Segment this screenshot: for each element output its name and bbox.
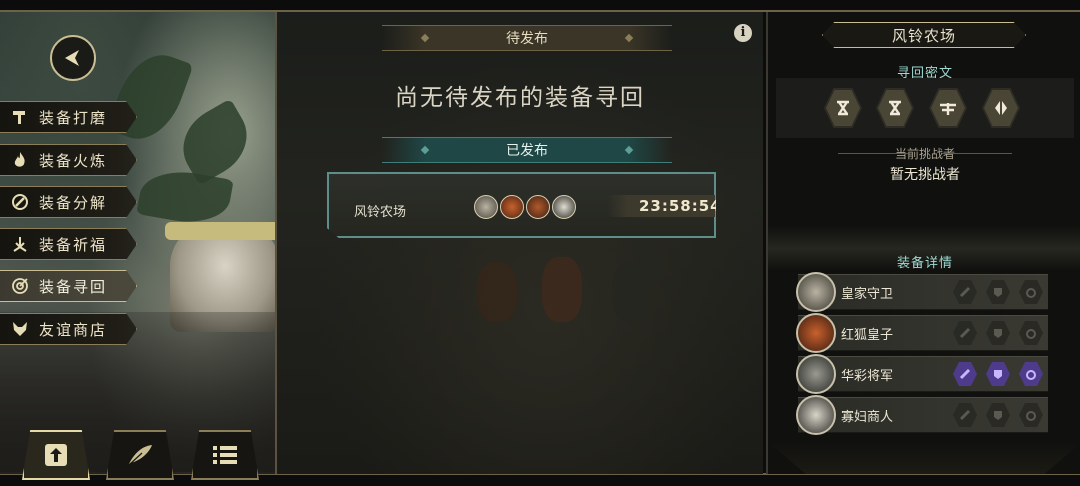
menu-item-label: 友谊商店	[39, 320, 108, 339]
feather-button[interactable]	[106, 430, 174, 480]
hero-row[interactable]: 华彩将军	[796, 354, 1048, 394]
weapon-slot-icon[interactable]	[953, 403, 977, 427]
menu-item-bless[interactable]: 装备祈福	[0, 228, 137, 260]
current-challenger-label: 当前挑战者	[768, 145, 1080, 162]
flame-icon	[10, 150, 30, 170]
empty-pending-message: 尚无待发布的装备寻回	[395, 85, 645, 111]
current-challenger-value: 暂无挑战者	[890, 167, 960, 183]
feather-icon	[128, 445, 152, 466]
weapon-slot-icon[interactable]	[953, 321, 977, 345]
weapon-slot-icon[interactable]	[953, 362, 977, 386]
ornament-diamond	[420, 145, 430, 155]
target-icon	[10, 276, 30, 296]
decompose-icon	[10, 192, 30, 212]
detail-panel: 风铃农场 寻回密文 当前挑战者 暂无挑战者 装备详情 皇家守卫 红狐皇子 华彩将…	[766, 12, 1080, 474]
current-challenger-text: 当前挑战者	[894, 147, 955, 161]
timer-value: 23:58:54	[639, 197, 722, 215]
request-location: 风铃农场	[354, 205, 407, 220]
hero-row[interactable]: 红狐皇子	[796, 313, 1048, 353]
back-button[interactable]	[50, 35, 96, 81]
weapon-slot-icon[interactable]	[953, 280, 977, 304]
request-board: 待发布 i 尚无待发布的装备寻回 已发布 风铃农场 23:58:54	[277, 12, 763, 474]
hammer-icon	[10, 107, 30, 127]
hero-portrait-icon	[500, 195, 524, 219]
ring-slot-icon[interactable]	[1019, 362, 1043, 386]
ring-slot-icon[interactable]	[1019, 321, 1043, 345]
hero-name: 寡妇商人	[841, 410, 894, 425]
timer: 23:58:54	[607, 195, 716, 217]
menu-item-label: 装备祈福	[39, 235, 108, 254]
upload-button[interactable]	[22, 430, 90, 480]
ring-slot-icon[interactable]	[1019, 280, 1043, 304]
info-button[interactable]: i	[734, 24, 752, 42]
menu-item-friendship-shop[interactable]: 友谊商店	[0, 313, 137, 345]
ornament-diamond	[624, 145, 634, 155]
hero-portrait-icon	[552, 195, 576, 219]
pending-section-header: 待发布	[382, 25, 672, 51]
panel-footer-ornament	[768, 442, 1080, 474]
hero-portrait-icon	[796, 313, 836, 353]
hero-name: 红狐皇子	[841, 328, 894, 343]
hero-row[interactable]: 皇家守卫	[796, 272, 1048, 312]
ring-slot-icon[interactable]	[1019, 403, 1043, 427]
ornament-diamond	[624, 33, 634, 43]
scenery-foliage	[106, 44, 194, 150]
scenery-figure	[612, 262, 652, 322]
bless-icon	[10, 234, 30, 254]
hero-portrait-icon	[526, 195, 550, 219]
ornament-diamond	[420, 33, 430, 43]
armor-slot-icon[interactable]	[986, 321, 1010, 345]
menu-item-temper[interactable]: 装备火炼	[0, 144, 137, 176]
equipment-details-label: 装备详情	[896, 256, 953, 271]
menu-item-decompose[interactable]: 装备分解	[0, 186, 137, 218]
menu-item-polish[interactable]: 装备打磨	[0, 101, 137, 133]
hero-portrait-icon	[796, 272, 836, 312]
armor-slot-icon[interactable]	[986, 403, 1010, 427]
location-title: 风铃农场	[822, 22, 1026, 48]
pending-header-label: 待发布	[506, 31, 548, 47]
armor-slot-icon[interactable]	[986, 280, 1010, 304]
hero-portrait-icon	[474, 195, 498, 219]
hero-name: 皇家守卫	[841, 287, 894, 302]
list-button[interactable]	[191, 430, 259, 480]
menu-item-label: 装备分解	[39, 193, 108, 212]
scenery-figure	[542, 257, 582, 322]
menu-item-retrieve[interactable]: 装备寻回	[0, 270, 137, 302]
back-arrow-icon	[65, 50, 79, 66]
hero-row[interactable]: 寡妇商人	[796, 395, 1048, 435]
hero-portrait-icon	[796, 354, 836, 394]
published-header-label: 已发布	[506, 143, 548, 159]
hero-name: 华彩将军	[841, 369, 894, 384]
published-section-header: 已发布	[382, 137, 672, 163]
cipher-bar	[776, 78, 1074, 138]
scenery-roof-trim	[165, 222, 275, 240]
published-request-card[interactable]: 风铃农场 23:58:54	[327, 172, 716, 238]
armor-slot-icon[interactable]	[986, 362, 1010, 386]
menu-item-label: 装备火炼	[39, 151, 108, 170]
fox-icon	[10, 319, 30, 339]
upload-icon	[45, 444, 67, 466]
scenery-figure	[477, 262, 517, 322]
list-icon	[213, 446, 237, 464]
menu-item-label: 装备寻回	[39, 277, 108, 296]
menu-item-label: 装备打磨	[39, 108, 108, 127]
hero-portrait-icon	[796, 395, 836, 435]
